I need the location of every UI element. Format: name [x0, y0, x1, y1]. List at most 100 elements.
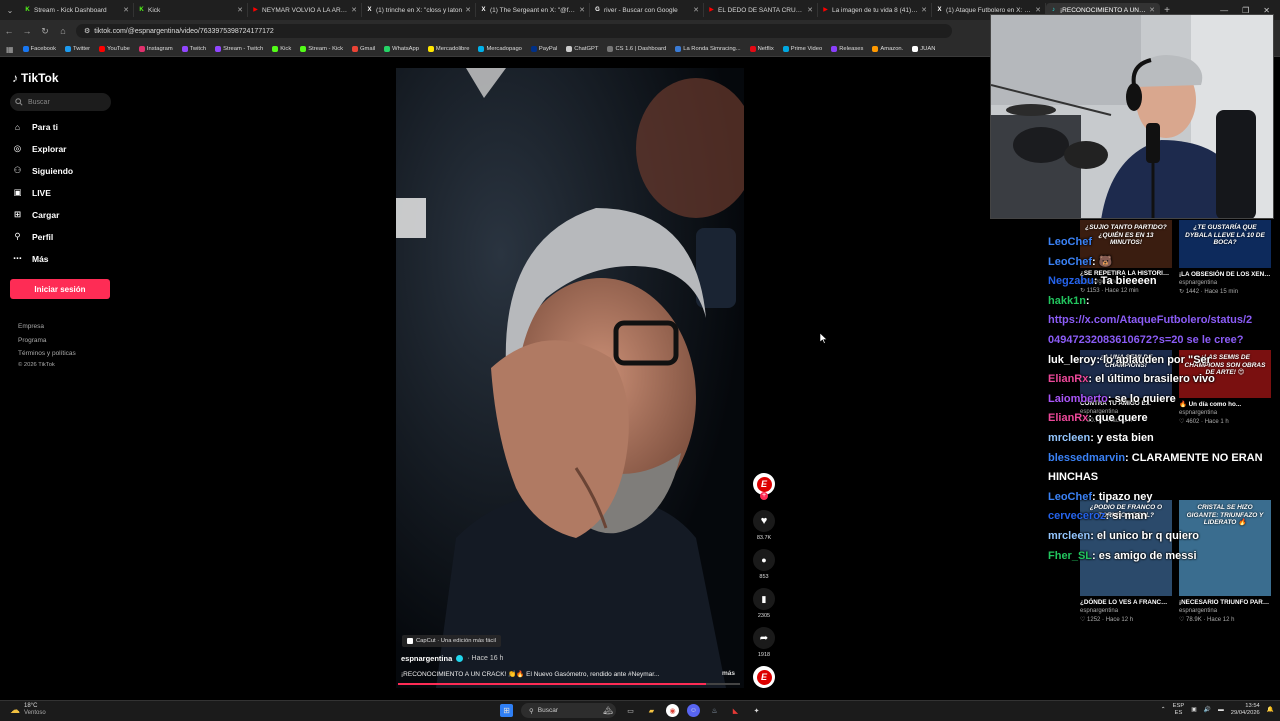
browser-tab[interactable]: X (1) The Sergeant en X: "@frfalt ✕ [476, 3, 590, 17]
bookmark-item[interactable]: PayPal [530, 46, 557, 52]
volume-icon[interactable]: 🔊 [1204, 707, 1211, 714]
tab-search-icon[interactable]: ⌄ [0, 0, 20, 20]
capcut-badge[interactable]: CapCut · Una edición más fácil [402, 635, 501, 647]
weather-widget[interactable]: ☁ 18°C Ventoso [10, 703, 46, 717]
nav-item[interactable]: ⚲ Perfil [12, 231, 53, 242]
reload-icon[interactable]: ↻ [36, 26, 54, 37]
bookmark-item[interactable]: Amazon. [872, 46, 903, 52]
tab-close-icon[interactable]: ✕ [123, 6, 129, 14]
comment-button[interactable]: ● 853 [752, 549, 776, 580]
video-progress-bar[interactable] [398, 683, 740, 685]
windows-start-icon[interactable]: ⊞ [500, 704, 513, 717]
browser-tab[interactable]: X (1) trinche en X: "closs y laton ✕ [362, 3, 476, 17]
footer-program-link[interactable]: Programa [18, 334, 76, 348]
tab-close-icon[interactable]: ✕ [1035, 6, 1041, 14]
chat-username[interactable]: blessedmarvin [1048, 452, 1125, 464]
search-input[interactable]: Buscar [10, 93, 111, 111]
chat-username[interactable]: LeoChef [1048, 491, 1092, 503]
bookmark-item[interactable]: Facebook [22, 46, 56, 52]
chat-username[interactable]: mrcleen [1048, 432, 1090, 444]
bookmark-item[interactable]: Twitch [181, 46, 206, 52]
chat-username[interactable]: hakk1n [1048, 295, 1086, 307]
clock[interactable]: 13:54 29/04/2026 [1231, 703, 1260, 717]
game-launcher-icon[interactable]: ◣ [729, 704, 742, 717]
author-name[interactable]: espnargentina [401, 654, 452, 663]
chat-username[interactable]: cerveceroz [1048, 510, 1106, 522]
steam-icon[interactable]: ♨ [708, 704, 721, 717]
bookmark-item[interactable]: ChatGPT [566, 46, 598, 52]
bookmark-item[interactable]: JUAN [912, 46, 935, 52]
bookmark-item[interactable]: Kick [272, 46, 291, 52]
nav-item[interactable]: ◎ Explorar [12, 143, 67, 154]
login-button[interactable]: Iniciar sesión [10, 279, 110, 299]
tab-close-icon[interactable]: ✕ [921, 6, 927, 14]
url-field[interactable]: ⚙ tiktok.com/@espnargentina/video/763397… [76, 24, 952, 38]
bookmark-item[interactable]: Releases [831, 46, 863, 52]
browser-tab[interactable]: K Stream - Kick Dashboard ✕ [20, 3, 134, 17]
nav-item[interactable]: ⋯ Más [12, 253, 48, 264]
chrome-icon[interactable]: ◉ [666, 704, 679, 717]
browser-tab[interactable]: Griver - Buscar con Google ✕ [590, 3, 704, 17]
bookmark-item[interactable]: Netflix [749, 46, 774, 52]
chat-username[interactable]: ElianRx [1048, 373, 1088, 385]
obs-icon[interactable]: ✦ [750, 704, 763, 717]
network-icon[interactable]: ▣ [1191, 707, 1196, 714]
chat-username[interactable]: LeoChef [1048, 256, 1092, 268]
video-player[interactable] [396, 68, 744, 688]
notifications-icon[interactable]: 🔔 [1267, 707, 1274, 714]
share-button[interactable]: ➦ 1918 [752, 627, 776, 658]
bookmark-item[interactable]: Stream - Twitch [215, 46, 263, 52]
tab-close-icon[interactable]: ✕ [1149, 6, 1155, 14]
browser-tab[interactable]: K Kick ✕ [134, 3, 248, 17]
apps-icon[interactable]: ▦ [6, 45, 14, 54]
browser-tab[interactable]: ▶ EL DEDO DE SANTA CRUZ A N ✕ [704, 3, 818, 17]
bookmark-item[interactable]: Mercadolibre [427, 46, 469, 52]
battery-icon[interactable]: ▬ [1218, 707, 1224, 714]
like-button[interactable]: ♥ 83.7K [752, 510, 776, 541]
video-author[interactable]: espnargentina · Hace 16 h [401, 654, 503, 663]
bookmark-item[interactable]: Instagram [138, 46, 173, 52]
nav-item[interactable]: ▣ LIVE [12, 187, 50, 198]
follow-plus-icon[interactable]: + [760, 492, 768, 500]
tab-close-icon[interactable]: ✕ [807, 6, 813, 14]
save-button[interactable]: ▮ 2305 [752, 588, 776, 619]
discord-icon[interactable]: ☺ [687, 704, 700, 717]
footer-terms-link[interactable]: Términos y políticas [18, 347, 76, 361]
task-view-icon[interactable]: ▭ [624, 704, 637, 717]
chat-username[interactable]: luk_leroy [1048, 354, 1096, 366]
bookmark-item[interactable]: La Ronda Simracing... [675, 46, 741, 52]
tab-close-icon[interactable]: ✕ [237, 6, 243, 14]
browser-tab[interactable]: ▶ La imagen de tu vida 8 (41) M ✕ [818, 3, 932, 17]
bookmark-item[interactable]: Gmail [352, 46, 375, 52]
chat-username[interactable]: mrcleen [1048, 530, 1090, 542]
chat-username[interactable]: Fher_SL [1048, 550, 1092, 562]
bookmark-item[interactable]: WhatsApp [384, 46, 419, 52]
nav-item[interactable]: ⊞ Cargar [12, 209, 59, 220]
site-info-icon[interactable]: ⚙ [84, 27, 90, 35]
bookmark-item[interactable]: Mercadopago [478, 46, 522, 52]
chat-username[interactable]: Negzabu [1048, 275, 1094, 287]
chat-username[interactable]: ElianRx [1048, 412, 1088, 424]
bookmark-item[interactable]: YouTube [99, 46, 130, 52]
browser-tab[interactable]: ▶ NEYMAR VOLVIÓ A LA ARGE ✕ [248, 3, 362, 17]
file-explorer-icon[interactable]: ▰ [645, 704, 658, 717]
footer-company-link[interactable]: Empresa [18, 320, 76, 334]
chat-username[interactable]: LeoChef [1048, 236, 1092, 248]
chat-username[interactable]: Laiomberto [1048, 393, 1108, 405]
sound-disc[interactable]: E [753, 666, 775, 688]
nav-item[interactable]: ⚇ Siguiendo [12, 165, 73, 176]
bookmark-item[interactable]: CS 1.6 | Dashboard [607, 46, 666, 52]
tray-chevron-icon[interactable]: ⌃ [1161, 707, 1166, 714]
tab-close-icon[interactable]: ✕ [351, 6, 357, 14]
back-icon[interactable]: ← [0, 26, 18, 36]
tiktok-logo[interactable]: ♪ TikTok [12, 71, 59, 85]
nav-item[interactable]: ⌂ Para ti [12, 121, 58, 132]
bookmark-item[interactable]: Twitter [65, 46, 90, 52]
tab-close-icon[interactable]: ✕ [693, 6, 699, 14]
taskbar-search[interactable]: ⚲ Buscar 🏔 [521, 703, 616, 718]
tab-close-icon[interactable]: ✕ [465, 6, 471, 14]
bookmark-item[interactable]: Stream - Kick [300, 46, 343, 52]
caption-more-link[interactable]: más [722, 670, 735, 677]
home-icon[interactable]: ⌂ [54, 26, 72, 36]
bookmark-item[interactable]: Prime Video [782, 46, 822, 52]
